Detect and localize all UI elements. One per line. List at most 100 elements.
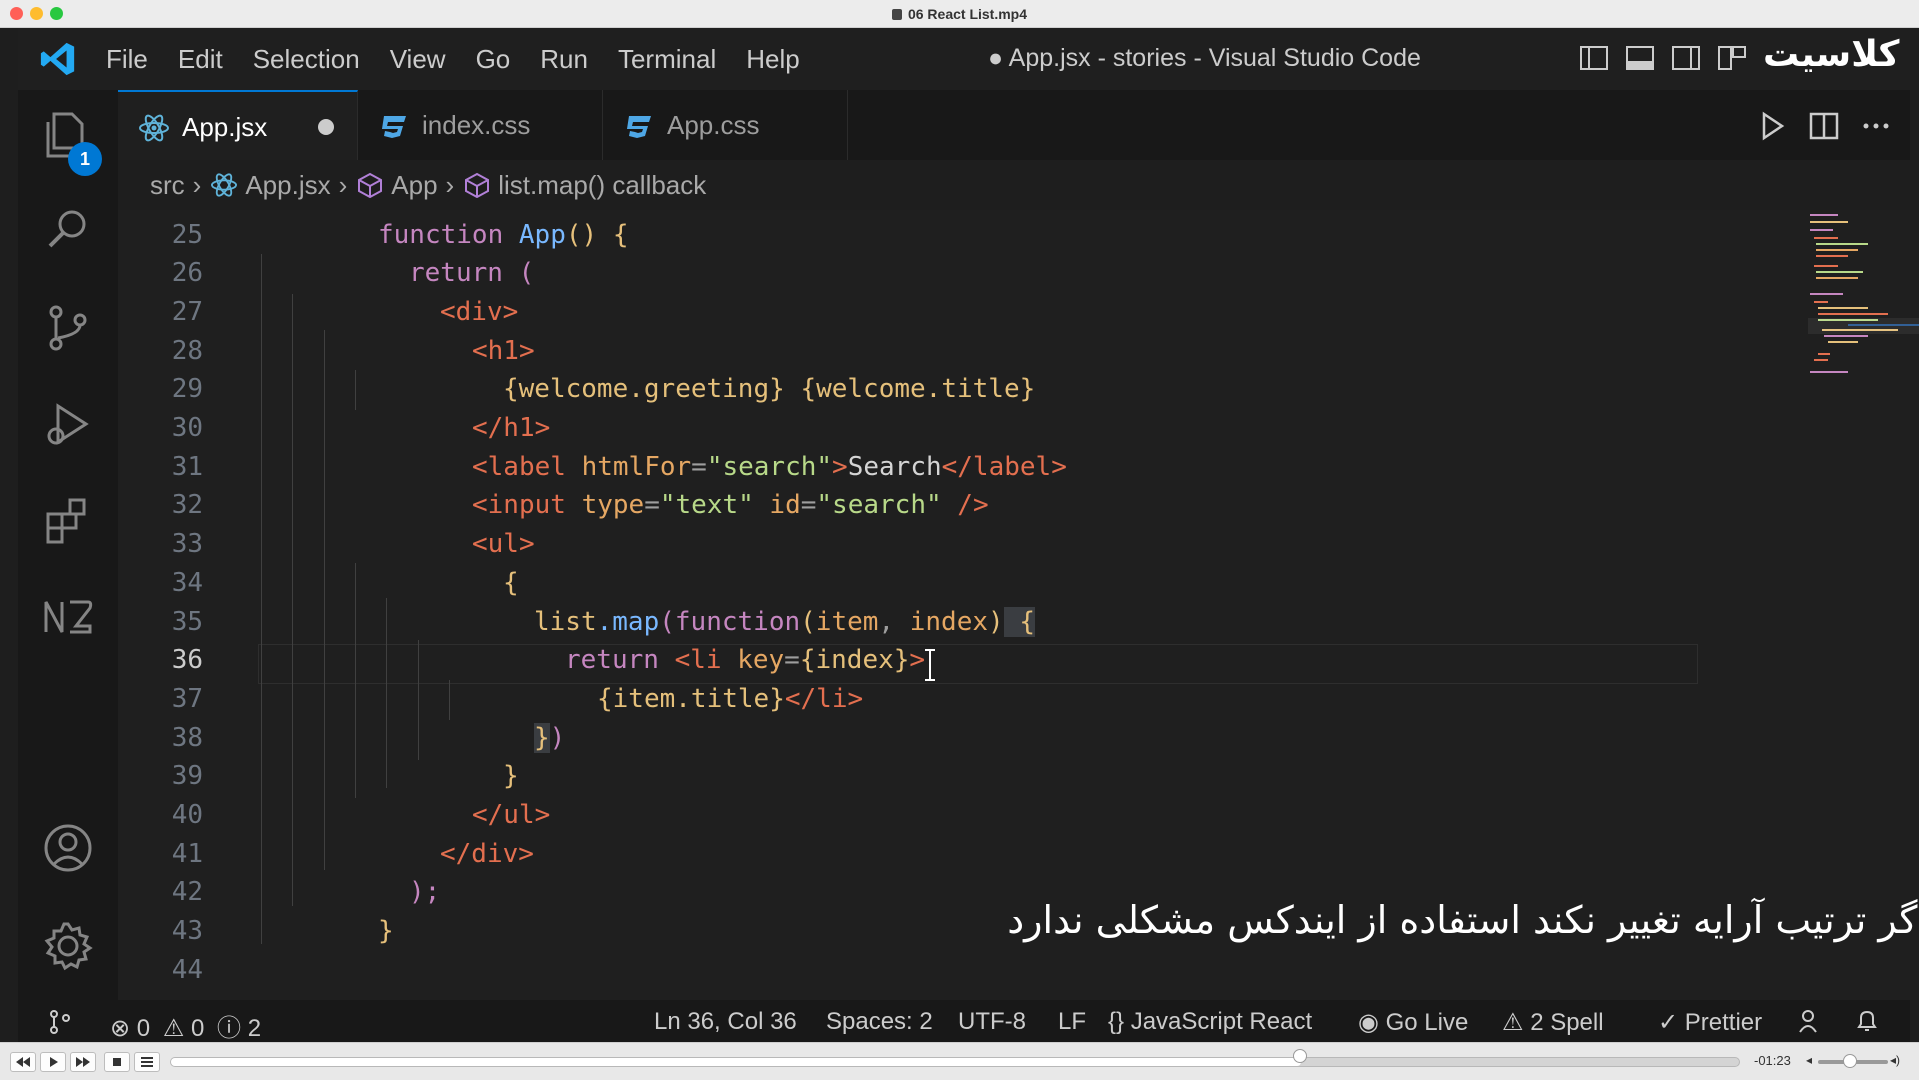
settings-gear-icon[interactable] (40, 918, 96, 974)
video-subtitle: اگر ترتیب آرایه تغییر نکند استفاده از ای… (1007, 898, 1919, 942)
code-editor[interactable]: 25 26 27 28 29 30 31 32 33 34 35 36 37 3… (118, 210, 1919, 1000)
split-editor-icon[interactable] (1806, 108, 1842, 144)
code-content[interactable]: function App() { return ( <div> <h1> {we… (258, 210, 1758, 1000)
breadcrumb-src[interactable]: src (150, 170, 185, 201)
player-title-text: 06 React List.mp4 (907, 6, 1028, 22)
end-of-line[interactable]: LF (1058, 1008, 1086, 1036)
toggle-secondary-sidebar-icon[interactable] (1670, 42, 1702, 74)
playback-timeline[interactable] (170, 1057, 1740, 1067)
menu-file[interactable]: File (106, 44, 148, 75)
code-token: <label (472, 452, 566, 482)
accounts-icon[interactable] (40, 820, 96, 876)
tab-label: index.css (422, 110, 531, 140)
playlist-button[interactable] (134, 1052, 160, 1072)
search-icon[interactable] (40, 202, 96, 258)
code-token: } (769, 684, 785, 714)
stop-button[interactable] (104, 1052, 130, 1072)
list-icon (141, 1057, 153, 1067)
timeline-progress (171, 1058, 1302, 1066)
problems-indicator[interactable]: ⊗ 0 ⚠ 0 ⓘ 2 (110, 1008, 261, 1043)
chevron-right-icon: › (445, 169, 455, 200)
run-debug-icon[interactable] (40, 396, 96, 452)
code-line-29: {welcome.greeting} {welcome.title} (503, 370, 1035, 408)
feedback-icon[interactable] (1798, 1008, 1824, 1034)
code-token: "search" (706, 452, 833, 482)
code-token: .greeting (628, 374, 770, 404)
code-token: = (644, 490, 660, 520)
tab-index-css[interactable]: index.css (358, 90, 603, 160)
menu-terminal[interactable]: Terminal (618, 44, 716, 75)
react-icon (211, 173, 238, 197)
vscode-logo-icon (40, 42, 75, 76)
brand-logo: کلاسیت (1763, 34, 1900, 75)
menu-selection[interactable]: Selection (253, 44, 360, 75)
code-line-37: {item.title}</li> (597, 680, 863, 718)
stop-icon (113, 1058, 121, 1066)
encoding[interactable]: UTF-8 (958, 1008, 1026, 1036)
toggle-primary-sidebar-icon[interactable] (1578, 42, 1610, 74)
nx-console-icon[interactable] (40, 588, 96, 644)
code-line-34: { (503, 564, 519, 602)
symbol-method-icon (465, 172, 490, 198)
code-token: ( (659, 607, 675, 637)
customize-layout-icon[interactable] (1716, 42, 1748, 74)
code-line-26: return ( (409, 254, 534, 292)
error-icon: ⊗ (110, 1015, 131, 1042)
toggle-panel-icon[interactable] (1624, 42, 1656, 74)
code-line-39: } (503, 757, 519, 795)
menu-edit[interactable]: Edit (178, 44, 223, 75)
code-token: { (800, 374, 817, 404)
fast-forward-button[interactable] (70, 1052, 96, 1072)
code-token: <input (472, 490, 566, 520)
go-live-button[interactable]: ◉ Go Live (1358, 1008, 1468, 1037)
play-button[interactable] (40, 1052, 66, 1072)
code-token: </ul> (472, 800, 551, 830)
menu-view[interactable]: View (390, 44, 446, 75)
tab-app-jsx[interactable]: App.jsx (118, 90, 358, 160)
code-line-32: <input type="text" id="search" /> (472, 486, 989, 524)
breadcrumb-symbol-callback[interactable]: list.map() callback (498, 170, 706, 201)
minimap[interactable] (1808, 210, 1919, 410)
code-token: item (612, 684, 676, 714)
menu-help[interactable]: Help (746, 44, 799, 75)
run-play-icon[interactable] (1754, 108, 1790, 144)
code-line-33: <ul> (472, 525, 535, 563)
line-number: 37 (171, 684, 203, 714)
remote-indicator-icon[interactable] (46, 1008, 74, 1036)
breadcrumb-file[interactable]: App.jsx (245, 170, 330, 201)
cursor-position[interactable]: Ln 36, Col 36 (654, 1008, 797, 1036)
code-token: { (503, 374, 519, 404)
code-token: </div> (440, 839, 534, 869)
check-icon: ✓ (1658, 1009, 1679, 1036)
editor-actions (1738, 108, 1894, 144)
info-count: 2 (247, 1015, 262, 1042)
spell-checker[interactable]: ⚠ 2 Spell (1502, 1008, 1604, 1037)
unsaved-dot-icon[interactable] (318, 119, 334, 135)
symbol-method-icon (358, 172, 383, 198)
menu-go[interactable]: Go (476, 44, 511, 75)
vscode-titlebar: File Edit Selection View Go Run Terminal… (18, 28, 1910, 90)
code-token: } (893, 645, 910, 675)
menu-run[interactable]: Run (540, 44, 588, 75)
code-token: "search" (816, 490, 942, 520)
code-line-31: <label htmlFor="search">Search</label> (472, 448, 1067, 486)
indentation[interactable]: Spaces: 2 (826, 1008, 933, 1036)
line-number: 30 (171, 413, 203, 443)
rewind-button[interactable] (10, 1052, 36, 1072)
volume-knob[interactable] (1842, 1054, 1857, 1068)
code-token: ( (800, 607, 816, 637)
extensions-icon[interactable] (40, 492, 96, 548)
code-token: ); (409, 877, 441, 907)
tab-app-css[interactable]: App.css (603, 90, 848, 160)
language-mode[interactable]: {} JavaScript React (1108, 1008, 1312, 1036)
code-token: } (534, 723, 550, 753)
code-token: , (878, 607, 910, 637)
prettier-status[interactable]: ✓ Prettier (1658, 1008, 1762, 1037)
more-actions-icon[interactable] (1858, 108, 1894, 144)
line-number: 41 (171, 839, 203, 869)
braces-icon: {} (1108, 1008, 1125, 1035)
source-control-icon[interactable] (40, 300, 96, 356)
notifications-bell-icon[interactable] (1854, 1008, 1880, 1034)
breadcrumb-symbol-app[interactable]: App (391, 170, 437, 201)
